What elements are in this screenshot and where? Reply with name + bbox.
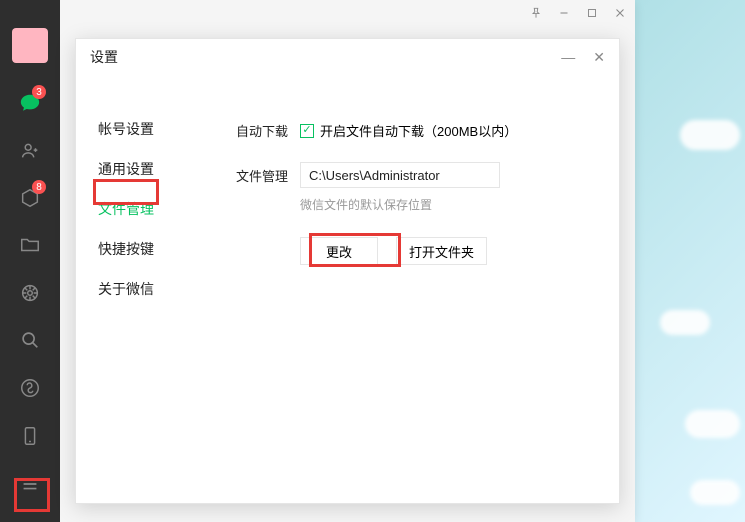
nav-general[interactable]: 通用设置 [98,157,180,181]
file-path-hint: 微信文件的默认保存位置 [300,196,599,213]
settings-window: 设置 — ✕ 帐号设置 通用设置 文件管理 快捷按键 关于微信 自动下载 ✓ 开… [75,38,620,504]
annotation-highlight-menu [14,478,50,512]
settings-close-icon[interactable]: ✕ [593,49,605,66]
auto-download-text: 开启文件自动下载（200MB以内） [320,121,517,140]
minimize-icon[interactable] [557,6,571,20]
nav-account[interactable]: 帐号设置 [98,117,180,141]
annotation-highlight-button [309,233,401,267]
auto-download-label: 自动下载 [236,117,300,140]
open-folder-button[interactable]: 打开文件夹 [396,237,487,265]
main-titlebar [60,0,635,26]
chat-icon[interactable]: 3 [10,83,50,122]
auto-download-checkbox[interactable]: ✓ [300,124,314,138]
settings-minimize-icon[interactable]: — [561,49,575,65]
miniprogram-icon[interactable] [10,368,50,408]
search-icon[interactable] [10,321,50,360]
cloud-decoration [680,120,740,150]
nav-about[interactable]: 关于微信 [98,277,180,301]
cloud-decoration [660,310,710,335]
settings-title: 设置 [90,47,118,67]
chat-badge: 3 [32,85,46,99]
cloud-decoration [685,410,740,438]
contacts-icon[interactable] [10,131,50,170]
files-icon[interactable] [10,226,50,265]
sidebar: 3 8 [0,0,60,522]
phone-icon[interactable] [10,416,50,456]
file-path-value: C:\Users\Administrator [309,168,440,183]
file-path-input[interactable]: C:\Users\Administrator [300,162,500,188]
annotation-highlight-nav [93,179,159,205]
avatar[interactable] [12,28,48,63]
file-mgmt-label: 文件管理 [236,162,300,185]
settings-titlebar: 设置 — ✕ [76,39,619,75]
collections-badge: 8 [32,180,46,194]
cloud-decoration [690,480,740,505]
close-icon[interactable] [613,6,627,20]
moments-icon[interactable] [10,273,50,312]
maximize-icon[interactable] [585,6,599,20]
collections-icon[interactable]: 8 [10,178,50,217]
nav-shortcuts[interactable]: 快捷按键 [98,237,180,261]
settings-content: 自动下载 ✓ 开启文件自动下载（200MB以内） 文件管理 C:\Users\A… [180,117,619,301]
pin-icon[interactable] [529,6,543,20]
settings-nav: 帐号设置 通用设置 文件管理 快捷按键 关于微信 [76,117,180,301]
